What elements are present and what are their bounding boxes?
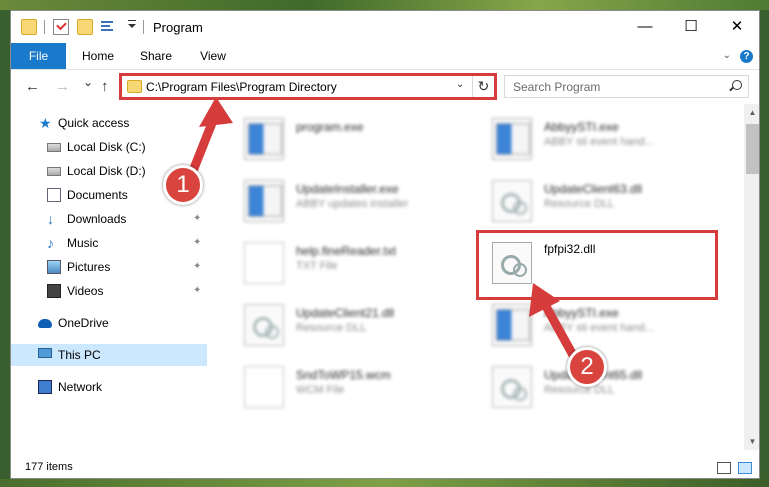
step-2-badge: 2 [567,347,607,387]
step-1-badge: 1 [163,165,203,205]
arrow-1-head [199,97,233,127]
annotation-arrows [184,97,584,371]
desktop-background [0,0,769,10]
desktop-background-bottom [0,479,769,487]
explorer-window: Program — ☐ ✕ File Home Share View ⌄ ? ←… [10,10,760,479]
